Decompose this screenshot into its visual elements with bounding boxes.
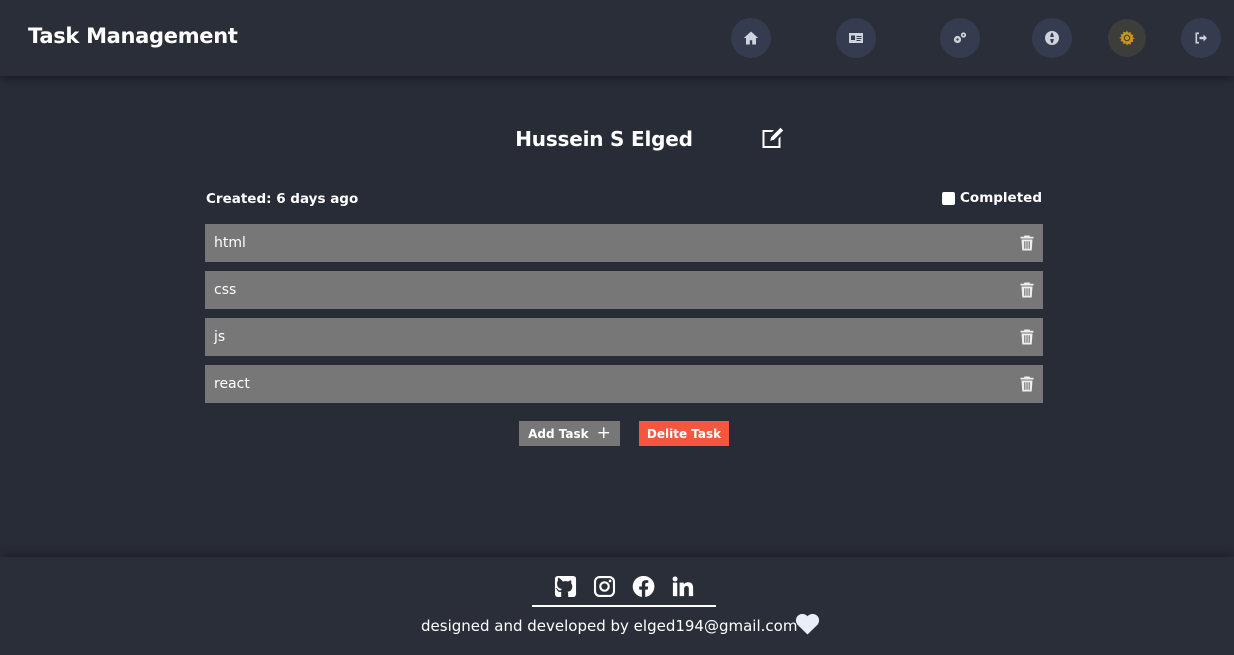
task-row: html — [205, 224, 1043, 262]
trash-icon[interactable] — [1020, 282, 1034, 298]
task-list: html css js react — [205, 224, 1043, 412]
globe-icon — [1045, 31, 1059, 45]
instagram-icon[interactable] — [593, 575, 616, 598]
delete-task-label: Delite Task — [646, 426, 722, 441]
gears-icon — [953, 32, 967, 44]
heart-icon — [795, 613, 820, 635]
completed-checkbox[interactable] — [942, 191, 956, 205]
edit-icon — [762, 127, 784, 148]
github-icon[interactable] — [554, 575, 577, 598]
delete-task-button[interactable]: Delite Task — [639, 421, 729, 446]
sign-out-icon — [1195, 32, 1207, 44]
home-button[interactable] — [731, 18, 771, 58]
trash-icon[interactable] — [1020, 235, 1034, 251]
id-card-icon — [849, 33, 863, 43]
task-text: css — [214, 282, 237, 298]
language-button[interactable] — [1032, 18, 1072, 58]
social-links — [532, 575, 716, 607]
add-task-button[interactable]: Add Task + — [519, 421, 620, 446]
task-text: react — [214, 376, 250, 392]
logout-button[interactable] — [1181, 18, 1221, 58]
completed-toggle[interactable]: Completed — [942, 190, 1042, 206]
trash-icon[interactable] — [1020, 329, 1034, 345]
edit-title-button[interactable] — [761, 126, 785, 150]
profile-button[interactable] — [836, 18, 876, 58]
theme-toggle-button[interactable] — [1108, 19, 1146, 57]
task-row: js — [205, 318, 1043, 356]
task-text: html — [214, 235, 246, 251]
app-title: Task Management — [28, 24, 238, 48]
created-label: Created: 6 days ago — [206, 191, 359, 207]
task-row: react — [205, 365, 1043, 403]
sun-icon — [1119, 30, 1135, 46]
settings-button[interactable] — [940, 18, 980, 58]
page-title: Hussein S Elged — [515, 127, 693, 151]
home-icon — [743, 31, 759, 45]
footer: designed and developed by elged194@gmail… — [0, 557, 1234, 655]
facebook-icon[interactable] — [632, 575, 655, 598]
plus-icon: + — [596, 423, 611, 443]
header-bar: Task Management — [0, 0, 1234, 76]
trash-icon[interactable] — [1020, 376, 1034, 392]
task-row: css — [205, 271, 1043, 309]
footer-credit: designed and developed by elged194@gmail… — [421, 617, 798, 635]
add-task-label: Add Task — [528, 426, 589, 441]
completed-label: Completed — [960, 190, 1042, 206]
task-text: js — [214, 329, 226, 345]
linkedin-icon[interactable] — [671, 575, 694, 598]
